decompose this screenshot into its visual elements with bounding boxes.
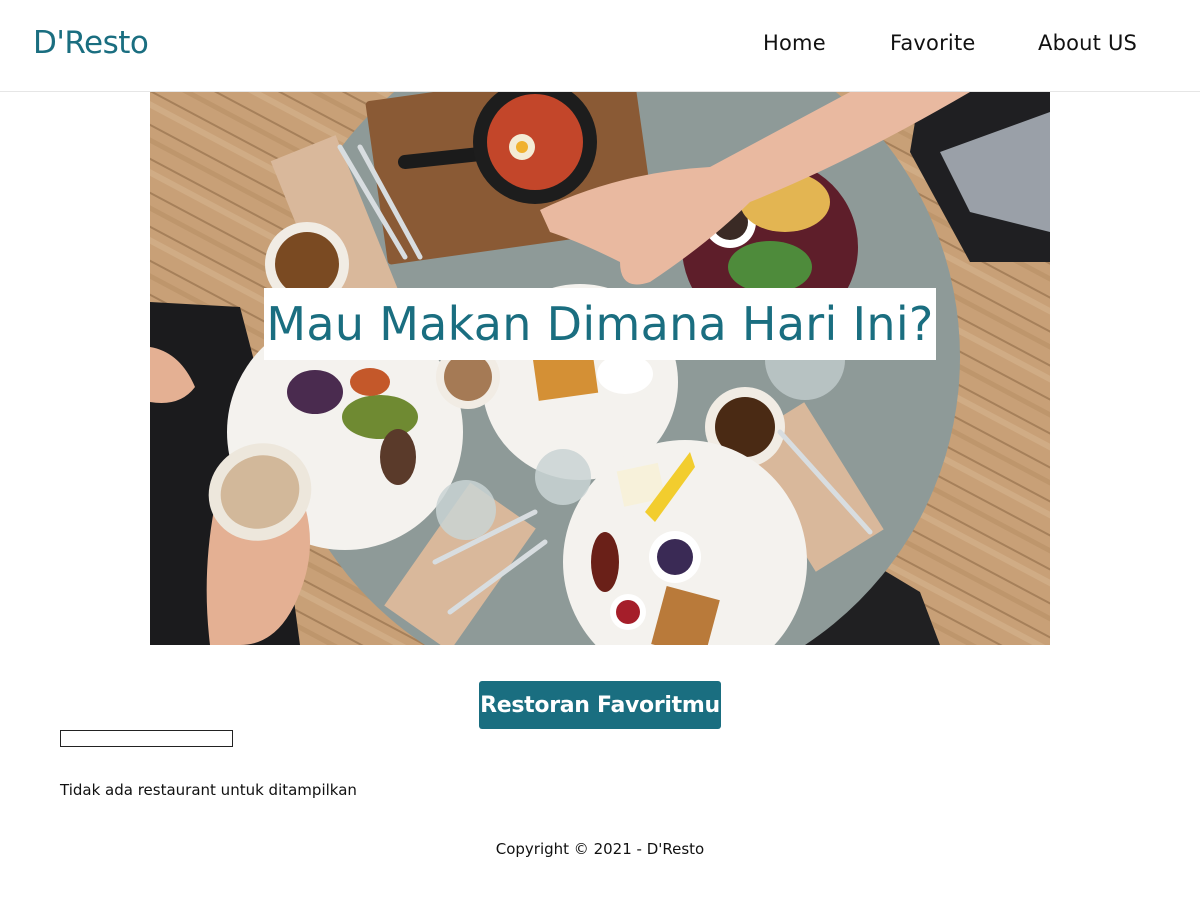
search-input[interactable] — [60, 730, 233, 747]
hero-title: Mau Makan Dimana Hari Ini? — [266, 297, 934, 351]
footer: Copyright © 2021 - D'Resto — [0, 840, 1200, 858]
empty-state-message: Tidak ada restaurant untuk ditampilkan — [60, 781, 357, 799]
nav-link-favorite[interactable]: Favorite — [890, 31, 976, 55]
copyright-text: Copyright © 2021 - D'Resto — [495, 840, 705, 858]
favorite-restaurants-button[interactable]: Restoran Favoritmu — [479, 681, 721, 729]
nav-link-home[interactable]: Home — [763, 31, 826, 55]
hero-banner: Mau Makan Dimana Hari Ini? — [150, 92, 1050, 645]
app-header: D'Resto Home Favorite About US — [0, 0, 1200, 92]
nav-link-about-us[interactable]: About US — [1038, 31, 1137, 55]
hero-image — [150, 92, 1050, 645]
hero-title-box: Mau Makan Dimana Hari Ini? — [264, 288, 936, 360]
main-nav: Home Favorite About US — [0, 31, 1200, 61]
